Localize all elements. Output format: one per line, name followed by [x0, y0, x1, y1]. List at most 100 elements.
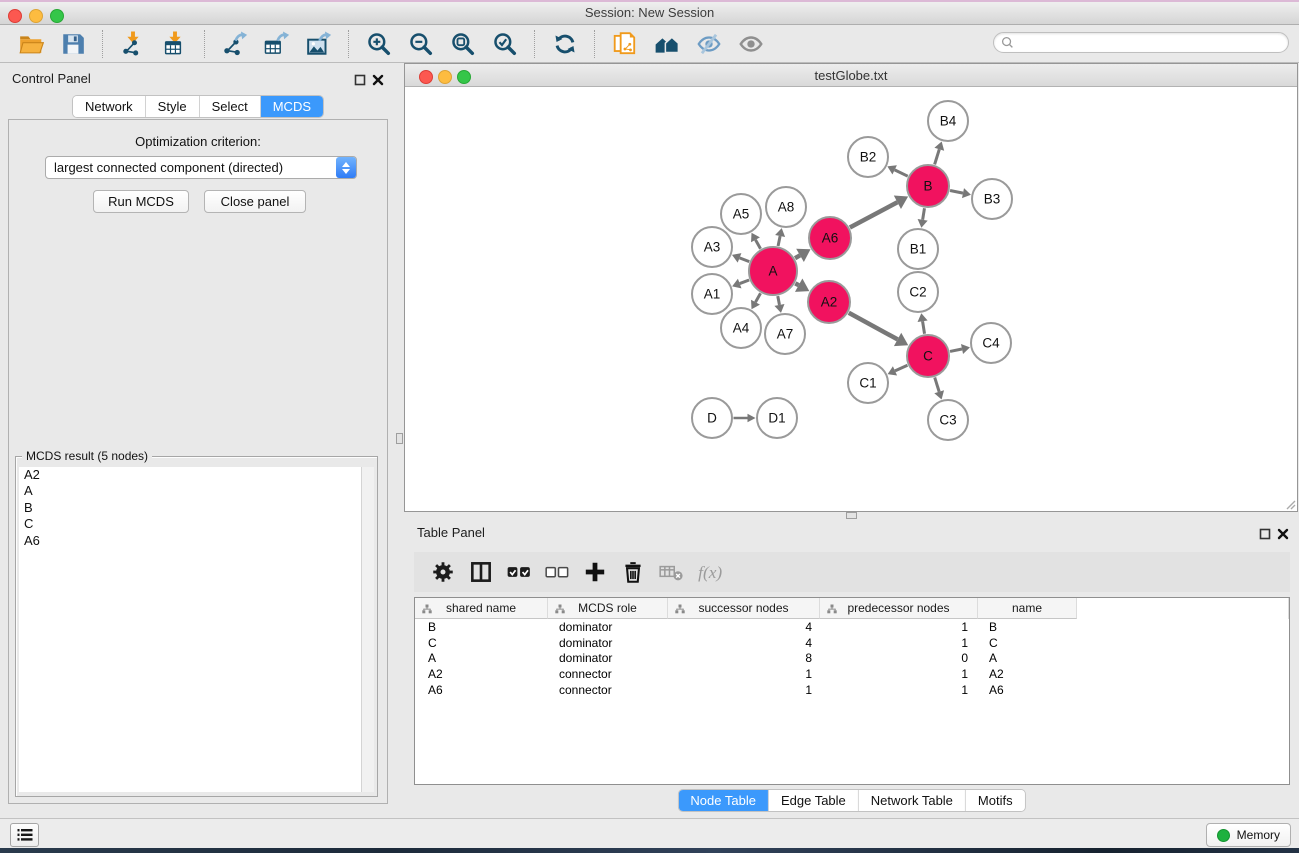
- result-item[interactable]: A2: [19, 467, 362, 483]
- cell-MCDS-role[interactable]: connector: [548, 667, 668, 681]
- close-panel-button[interactable]: Close panel: [204, 190, 306, 213]
- zoom-window-button[interactable]: [50, 9, 64, 23]
- cell-successor-nodes[interactable]: 8: [668, 651, 820, 665]
- cell-successor-nodes[interactable]: 1: [668, 667, 820, 681]
- float-table-panel-icon[interactable]: [1259, 527, 1271, 539]
- cell-MCDS-role[interactable]: dominator: [548, 651, 668, 665]
- graph-edge-C-C2: [923, 321, 925, 334]
- zoom-out-icon[interactable]: [405, 28, 437, 60]
- result-item[interactable]: A6: [19, 533, 362, 549]
- vertical-split-grip[interactable]: [396, 433, 403, 444]
- export-image-icon[interactable]: [303, 28, 335, 60]
- show-graphics-details-icon[interactable]: [735, 28, 767, 60]
- minimize-network-button[interactable]: [438, 70, 452, 84]
- column-header-MCDS-role[interactable]: MCDS role: [548, 598, 668, 619]
- tab-motifs[interactable]: Motifs: [966, 790, 1025, 811]
- cell-name[interactable]: C: [978, 636, 1077, 650]
- close-window-button[interactable]: [8, 9, 22, 23]
- cell-predecessor-nodes[interactable]: 1: [820, 667, 978, 681]
- run-mcds-button[interactable]: Run MCDS: [93, 190, 189, 213]
- close-network-button[interactable]: [419, 70, 433, 84]
- close-table-panel-icon[interactable]: [1277, 527, 1289, 539]
- tab-network[interactable]: Network: [73, 96, 146, 117]
- network-window-controls[interactable]: [419, 70, 471, 84]
- window-controls[interactable]: [8, 9, 64, 23]
- table-row[interactable]: Cdominator41C: [415, 635, 1289, 651]
- cell-successor-nodes[interactable]: 4: [668, 620, 820, 634]
- tab-network-table[interactable]: Network Table: [859, 790, 966, 811]
- table-row[interactable]: A6connector11A6: [415, 682, 1289, 698]
- table-row[interactable]: Bdominator41B: [415, 619, 1289, 635]
- cell-MCDS-role[interactable]: dominator: [548, 636, 668, 650]
- zoom-network-button[interactable]: [457, 70, 471, 84]
- mcds-result-list[interactable]: A2ABCA6: [19, 467, 362, 792]
- cell-predecessor-nodes[interactable]: 1: [820, 683, 978, 697]
- cell-name[interactable]: B: [978, 620, 1077, 634]
- result-item[interactable]: B: [19, 500, 362, 516]
- table-row[interactable]: A2connector11A2: [415, 666, 1289, 682]
- cell-name[interactable]: A: [978, 651, 1077, 665]
- close-panel-icon[interactable]: [372, 73, 384, 85]
- tab-mcds[interactable]: MCDS: [261, 96, 323, 117]
- import-table-icon[interactable]: [159, 28, 191, 60]
- table-row[interactable]: Adominator80A: [415, 651, 1289, 667]
- network-document-icon[interactable]: [609, 28, 641, 60]
- cell-successor-nodes[interactable]: 4: [668, 636, 820, 650]
- export-table-icon[interactable]: [261, 28, 293, 60]
- home-icon[interactable]: [651, 28, 683, 60]
- cell-name[interactable]: A2: [978, 667, 1077, 681]
- hide-graphics-details-icon[interactable]: [693, 28, 725, 60]
- task-history-button[interactable]: [10, 823, 39, 847]
- column-header-shared-name[interactable]: shared name: [415, 598, 548, 619]
- save-session-icon[interactable]: [57, 28, 89, 60]
- cell-MCDS-role[interactable]: dominator: [548, 620, 668, 634]
- graph-edge-B-B1: [923, 208, 925, 220]
- float-panel-icon[interactable]: [354, 73, 366, 85]
- network-window-titlebar: testGlobe.txt: [405, 64, 1297, 87]
- horizontal-split-grip[interactable]: [846, 512, 857, 519]
- cell-MCDS-role[interactable]: connector: [548, 683, 668, 697]
- column-header-predecessor-nodes[interactable]: predecessor nodes: [820, 598, 978, 619]
- cell-predecessor-nodes[interactable]: 0: [820, 651, 978, 665]
- zoom-selected-icon[interactable]: [489, 28, 521, 60]
- cell-shared-name[interactable]: A: [415, 651, 548, 665]
- optimization-criterion-select[interactable]: largest connected component (directed): [45, 156, 357, 179]
- result-scrollbar[interactable]: [361, 467, 374, 792]
- tab-node-table[interactable]: Node Table: [678, 790, 769, 811]
- cell-shared-name[interactable]: A2: [415, 667, 548, 681]
- zoom-fit-icon[interactable]: [447, 28, 479, 60]
- column-type-icon: [827, 603, 837, 617]
- export-network-icon[interactable]: [219, 28, 251, 60]
- column-layout-icon[interactable]: [466, 557, 496, 587]
- search-input[interactable]: [1015, 34, 1288, 52]
- cell-successor-nodes[interactable]: 1: [668, 683, 820, 697]
- minimize-window-button[interactable]: [29, 9, 43, 23]
- import-network-icon[interactable]: [117, 28, 149, 60]
- cell-shared-name[interactable]: C: [415, 636, 548, 650]
- status-bar: Memory: [0, 818, 1299, 849]
- select-all-icon[interactable]: [504, 557, 534, 587]
- cell-name[interactable]: A6: [978, 683, 1077, 697]
- window-resize-corner[interactable]: [1284, 498, 1296, 510]
- cell-shared-name[interactable]: A6: [415, 683, 548, 697]
- tab-select[interactable]: Select: [200, 96, 261, 117]
- result-item[interactable]: A: [19, 483, 362, 499]
- delete-column-icon[interactable]: [618, 557, 648, 587]
- tab-edge-table[interactable]: Edge Table: [769, 790, 859, 811]
- tab-style[interactable]: Style: [146, 96, 200, 117]
- memory-button[interactable]: Memory: [1206, 823, 1291, 847]
- column-header-name[interactable]: name: [978, 598, 1077, 619]
- result-item[interactable]: C: [19, 516, 362, 532]
- search-box[interactable]: [993, 32, 1289, 53]
- add-column-icon[interactable]: [580, 557, 610, 587]
- zoom-in-icon[interactable]: [363, 28, 395, 60]
- deselect-all-icon[interactable]: [542, 557, 572, 587]
- cell-shared-name[interactable]: B: [415, 620, 548, 634]
- cell-predecessor-nodes[interactable]: 1: [820, 636, 978, 650]
- cell-predecessor-nodes[interactable]: 1: [820, 620, 978, 634]
- attribute-gear-icon[interactable]: [428, 557, 458, 587]
- network-canvas[interactable]: B4B2BB3A8A5A6A3B1AC2A1A2A4A7C4CC1C3DD1: [405, 87, 1297, 511]
- column-header-successor-nodes[interactable]: successor nodes: [668, 598, 820, 619]
- refresh-network-icon[interactable]: [549, 28, 581, 60]
- open-file-icon[interactable]: [15, 28, 47, 60]
